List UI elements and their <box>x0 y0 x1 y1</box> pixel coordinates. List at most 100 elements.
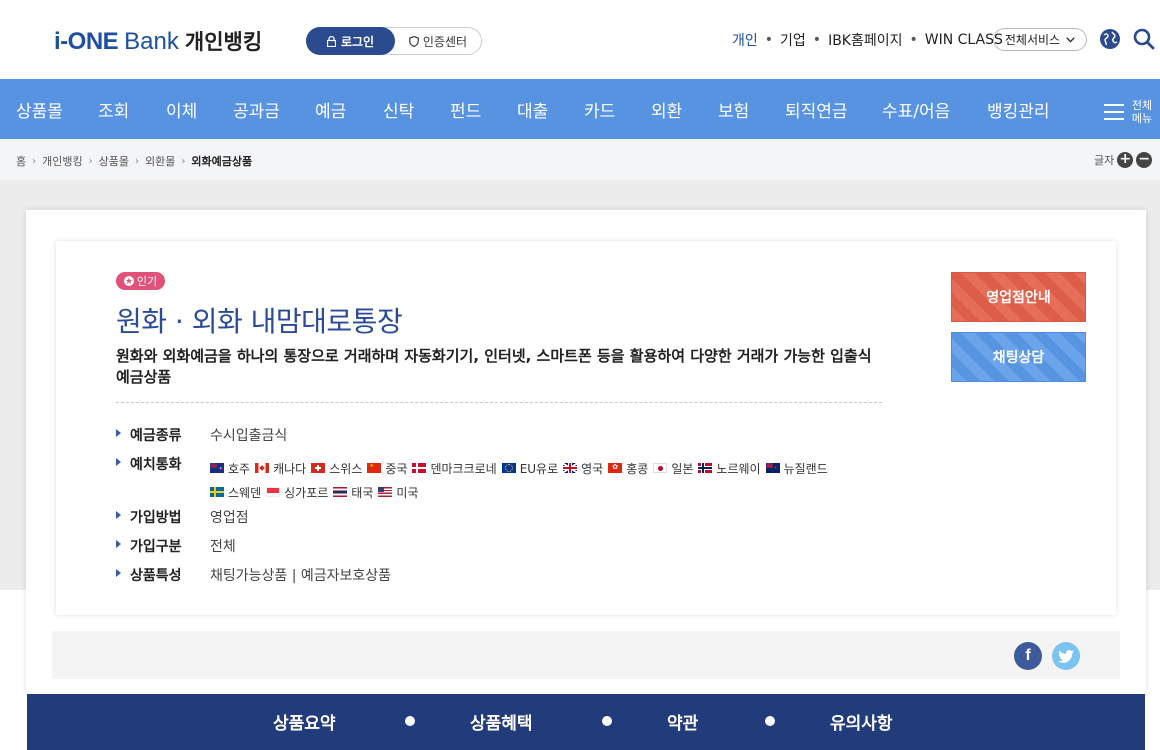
breadcrumb-personal-banking[interactable]: 개인뱅킹 <box>42 153 82 169</box>
currency-label: 일본 <box>671 461 694 476</box>
nav-item-product-mall[interactable]: 상품몰 <box>16 97 63 122</box>
currency-label: 싱가포르 <box>284 485 329 500</box>
nav-item-checks[interactable]: 수표/어음 <box>882 97 950 122</box>
canada-flag-icon <box>255 463 270 473</box>
branch-info-button[interactable]: 영업점안내 <box>951 272 1086 322</box>
font-size-label: 글자 <box>1094 154 1115 167</box>
tab-terms[interactable]: 약관 <box>667 709 698 734</box>
popular-badge-label: 인기 <box>136 275 158 288</box>
info-currency: 예치통화 <box>116 454 210 474</box>
link-personal[interactable]: 개인 <box>732 30 758 50</box>
share-bar <box>52 631 1120 679</box>
hamburger-icon <box>1104 104 1124 120</box>
currency-item: 일본 <box>653 460 693 477</box>
globe-icon[interactable] <box>1099 28 1121 50</box>
info-key: 가입방법 <box>116 507 210 527</box>
currency-label: 캐나다 <box>273 461 307 476</box>
currency-item: ★ 중국 <box>367 460 407 477</box>
nav-item-insurance[interactable]: 보험 <box>718 97 749 122</box>
info-join-target: 가입구분 전체 <box>116 536 236 556</box>
singapore-flag-icon <box>266 487 281 497</box>
tab-separator-dot <box>405 716 415 726</box>
nav-item-fund[interactable]: 펀드 <box>450 97 481 122</box>
font-increase-button[interactable]: + <box>1117 152 1134 168</box>
product-description: 원화와 외화예금을 하나의 통장으로 거래하며 자동화기기, 인터넷, 스마트폰… <box>116 347 872 386</box>
product-title: 원화 · 외화 내맘대로통장 <box>116 305 403 338</box>
nav-item-loan[interactable]: 대출 <box>517 97 548 122</box>
nav-item-card[interactable]: 카드 <box>584 97 615 122</box>
breadcrumb-product-mall[interactable]: 상품몰 <box>99 153 129 169</box>
info-key: 가입구분 <box>116 536 210 556</box>
currency-list: * 호주 캐나다 스위스 ★ 중국 덴마크크로네 EU유로 영국 ✿ 홍콩 일본… <box>210 456 870 504</box>
chat-consult-button[interactable]: 채팅상담 <box>951 332 1086 382</box>
tab-notices[interactable]: 유의사항 <box>830 709 893 734</box>
tab-summary[interactable]: 상품요약 <box>273 709 336 734</box>
denmark-flag-icon <box>412 463 427 473</box>
currency-item: 캐나다 <box>255 460 306 477</box>
hongkong-flag-icon: ✿ <box>608 463 623 473</box>
link-ibk-home[interactable]: IBK홈페이지 <box>828 30 902 50</box>
currency-item: 미국 <box>378 484 418 501</box>
all-menu-label: 전체메뉴 <box>1131 99 1153 125</box>
separator-dot: • <box>764 32 774 48</box>
logo-bank: Bank <box>124 28 179 55</box>
tab-benefits[interactable]: 상품혜택 <box>470 709 533 734</box>
info-value: 수시입출금식 <box>210 428 288 444</box>
header: i-ONE Bank 개인뱅킹 로그인 인증센터 개인 • 기업 • IBK홈페… <box>0 0 1160 79</box>
search-icon[interactable] <box>1133 28 1155 50</box>
tab-bar: 상품요약 상품혜택 약관 유의사항 <box>27 694 1145 750</box>
auth-group: 로그인 인증센터 <box>306 27 482 55</box>
nav-item-foreign-exchange[interactable]: 외환 <box>651 97 682 122</box>
breadcrumb-home[interactable]: 홈 <box>16 153 26 169</box>
currency-item: 덴마크크로네 <box>412 460 497 477</box>
all-services-select[interactable]: 전체서비스 <box>993 28 1087 51</box>
nav-item-pension[interactable]: 퇴직연금 <box>785 97 848 122</box>
info-key: 상품특성 <box>116 565 210 585</box>
divider <box>116 402 882 403</box>
usa-flag-icon <box>378 487 393 497</box>
currency-label: 중국 <box>385 461 408 476</box>
login-button[interactable]: 로그인 <box>306 27 395 55</box>
twitter-icon[interactable] <box>1052 642 1080 670</box>
switzerland-flag-icon <box>311 463 326 473</box>
main-nav: 상품몰 조회 이체 공과금 예금 신탁 펀드 대출 카드 외환 보험 퇴직연금 … <box>0 79 1160 139</box>
nav-item-transfer[interactable]: 이체 <box>166 97 197 122</box>
facebook-icon[interactable]: f <box>1014 642 1042 670</box>
currency-item: 싱가포르 <box>266 484 328 501</box>
nav-item-utility-bills[interactable]: 공과금 <box>233 97 280 122</box>
nav-item-inquiry[interactable]: 조회 <box>98 97 129 122</box>
currency-item: 태국 <box>333 484 373 501</box>
currency-label: 스위스 <box>329 461 363 476</box>
currency-label: 홍콩 <box>626 461 649 476</box>
currency-label: 미국 <box>396 485 419 500</box>
breadcrumb-current: 외화예금상품 <box>191 155 253 168</box>
tab-separator-dot <box>765 716 775 726</box>
link-corporate[interactable]: 기업 <box>780 30 806 50</box>
chevron-right-icon: › <box>32 155 37 167</box>
link-win-class[interactable]: WIN CLASS <box>925 32 1003 48</box>
chevron-right-icon: › <box>134 155 139 167</box>
currency-label: 뉴질랜드 <box>783 461 828 476</box>
separator-dot: • <box>812 32 822 48</box>
breadcrumb-fx-mall[interactable]: 외환몰 <box>145 153 175 169</box>
nav-item-trust[interactable]: 신탁 <box>383 97 414 122</box>
info-value: 영업점 <box>210 510 249 526</box>
thailand-flag-icon <box>333 487 348 497</box>
info-features: 상품특성 채팅가능상품 | 예금자보호상품 <box>116 565 391 585</box>
currency-label: EU유로 <box>519 461 559 476</box>
currency-item: ★ 뉴질랜드 <box>765 460 828 477</box>
font-decrease-button[interactable]: − <box>1136 152 1153 168</box>
nav-item-banking-management[interactable]: 뱅킹관리 <box>987 97 1050 122</box>
tab-separator-dot <box>602 716 612 726</box>
info-join-method: 가입방법 영업점 <box>116 507 249 527</box>
logo-personal-banking: 개인뱅킹 <box>184 30 263 54</box>
logo[interactable]: i-ONE Bank 개인뱅킹 <box>54 26 262 56</box>
china-flag-icon: ★ <box>367 463 382 473</box>
nav-item-deposit[interactable]: 예금 <box>315 97 346 122</box>
info-value: 채팅가능상품 | 예금자보호상품 <box>210 568 392 584</box>
chevron-right-icon: › <box>181 155 186 167</box>
currency-item: ✿ 홍콩 <box>608 460 648 477</box>
currency-label: 노르웨이 <box>716 461 761 476</box>
all-menu-button[interactable]: 전체메뉴 <box>1104 99 1154 125</box>
cert-center-button[interactable]: 인증센터 <box>395 33 481 50</box>
